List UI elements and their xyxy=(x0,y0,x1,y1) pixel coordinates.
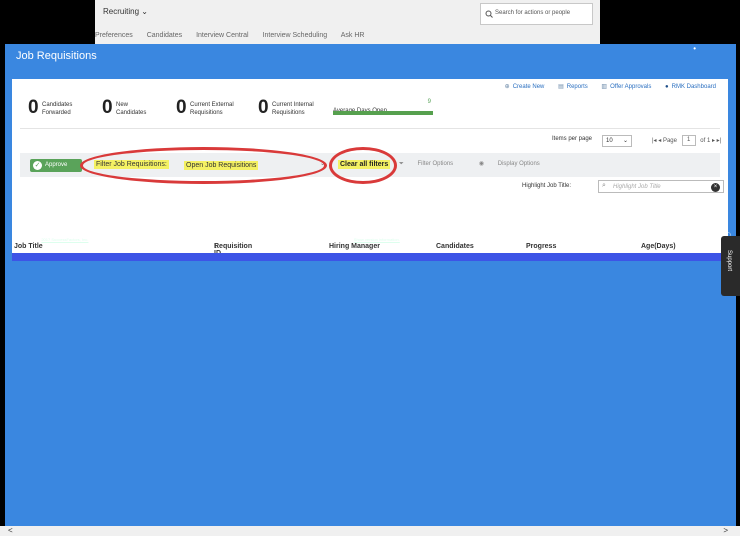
app-header: Recruiting ⌄ Search for actions or peopl… xyxy=(95,0,600,44)
nav-ask-hr[interactable]: Ask HR xyxy=(341,32,365,39)
col-job-title[interactable]: Job Title xyxy=(14,243,43,250)
filter-options-link[interactable]: ⏷ Filter Options xyxy=(399,161,465,167)
tile-candidates-forwarded[interactable]: 0 Candidates Forwarded xyxy=(28,97,98,119)
table-header: Job Title Requisition ID ↓ Hiring Manage… xyxy=(14,243,676,257)
highlight-job-title-label: Highlight Job Title: xyxy=(522,183,572,189)
highlight-job-title-input[interactable]: ⌕ Highlight Job Title × xyxy=(598,180,724,193)
clear-icon[interactable]: × xyxy=(711,183,720,192)
annotation-oval-clear xyxy=(329,147,397,184)
nav-preferences[interactable]: Preferences xyxy=(95,32,133,39)
job-requisitions-modal: Job Requisitions • ⊕ Create New ▤ Reports … xyxy=(5,44,736,528)
pagination: |◂ ◂ Page 1 of 1 ▸ ▸| xyxy=(652,135,722,146)
items-per-page-label: Items per page xyxy=(552,136,593,142)
screen: Recruiting ⌄ Search for actions or peopl… xyxy=(0,0,740,536)
copyright-footer: Copyright © 2017 SuccessFactors, Inc. Al… xyxy=(19,237,400,242)
scroll-left-icon[interactable]: < xyxy=(8,526,13,535)
report-icon: ▤ xyxy=(558,84,564,90)
col-candidates[interactable]: Candidates xyxy=(436,243,474,250)
divider xyxy=(20,128,720,129)
average-days-bar xyxy=(333,111,433,115)
global-search-input[interactable]: Search for actions or people xyxy=(480,3,593,25)
display-options-link[interactable]: ◉ Display Options xyxy=(479,161,552,167)
nav-interview-scheduling[interactable]: Interview Scheduling xyxy=(263,32,328,39)
show-version-link[interactable]: Show version information. xyxy=(354,237,400,242)
module-picker[interactable]: Recruiting ⌄ xyxy=(103,7,148,16)
nav-interview-central[interactable]: Interview Central xyxy=(196,32,249,39)
requisitions-panel: ⊕ Create New ▤ Reports ▥ Offer Approvals ● R… xyxy=(12,79,728,261)
dashboard-icon: ● xyxy=(665,84,669,90)
support-tab[interactable]: Support xyxy=(721,236,740,296)
col-hiring-manager[interactable]: Hiring Manager xyxy=(329,243,380,250)
check-icon: ✓ xyxy=(33,161,42,170)
col-progress[interactable]: Progress xyxy=(526,243,556,250)
last-page-icon[interactable]: ▸| xyxy=(717,138,722,144)
horizontal-scrollbar[interactable]: < > xyxy=(0,526,740,536)
filter-display-options: ⏷ Filter Options ◉ Display Options xyxy=(399,160,564,168)
filter-icon: ⏷ xyxy=(399,161,404,167)
panel-actions: ⊕ Create New ▤ Reports ▥ Offer Approvals ● R… xyxy=(493,83,716,90)
plus-circle-icon: ⊕ xyxy=(504,84,510,90)
search-icon: ⌕ xyxy=(602,182,606,189)
tile-new-candidates[interactable]: 0 New Candidates xyxy=(102,97,172,119)
successfactors-link[interactable]: 2017 SuccessFactors, Inc. xyxy=(41,237,88,242)
approve-button[interactable]: ✓ Approve xyxy=(30,159,82,172)
tile-current-internal-requisitions[interactable]: 0 Current Internal Requisitions xyxy=(258,97,338,119)
chevron-down-icon: ⌄ xyxy=(141,7,148,16)
first-page-icon[interactable]: |◂ xyxy=(652,138,657,144)
top-nav: Preferences Candidates Interview Central… xyxy=(95,32,376,39)
col-age-days[interactable]: Age(Days) xyxy=(641,243,676,250)
sort-down-icon: ↓ xyxy=(214,243,218,250)
eye-icon: ◉ xyxy=(478,161,485,167)
document-icon: ▥ xyxy=(601,84,608,90)
average-days-open: Average Days Open 9 xyxy=(333,99,433,117)
items-per-page-select[interactable]: 10 ⌄ xyxy=(602,135,632,147)
page-number-input[interactable]: 1 xyxy=(681,135,696,146)
annotation-oval-filter xyxy=(80,147,327,184)
offer-approvals-link[interactable]: ▥ Offer Approvals xyxy=(601,84,651,90)
nav-candidates[interactable]: Candidates xyxy=(147,32,182,39)
rmk-dashboard-link[interactable]: ● RMK Dashboard xyxy=(665,84,716,90)
modal-title: Job Requisitions xyxy=(16,50,97,62)
sap-successfactors-logo: SAP SuccessFactors xyxy=(638,234,718,243)
reports-link[interactable]: ▤ Reports xyxy=(558,84,588,90)
modal-close-icon[interactable]: • xyxy=(693,44,696,53)
next-page-icon[interactable]: ▸ xyxy=(712,138,715,144)
prev-page-icon[interactable]: ◂ xyxy=(658,138,661,144)
scroll-right-icon[interactable]: > xyxy=(723,526,728,535)
search-icon xyxy=(485,10,493,18)
chevron-down-icon: ⌄ xyxy=(622,138,628,144)
table-highlight-row xyxy=(12,253,728,261)
create-new-link[interactable]: ⊕ Create New xyxy=(505,84,545,90)
tile-current-external-requisitions[interactable]: 0 Current External Requisitions xyxy=(176,97,256,119)
